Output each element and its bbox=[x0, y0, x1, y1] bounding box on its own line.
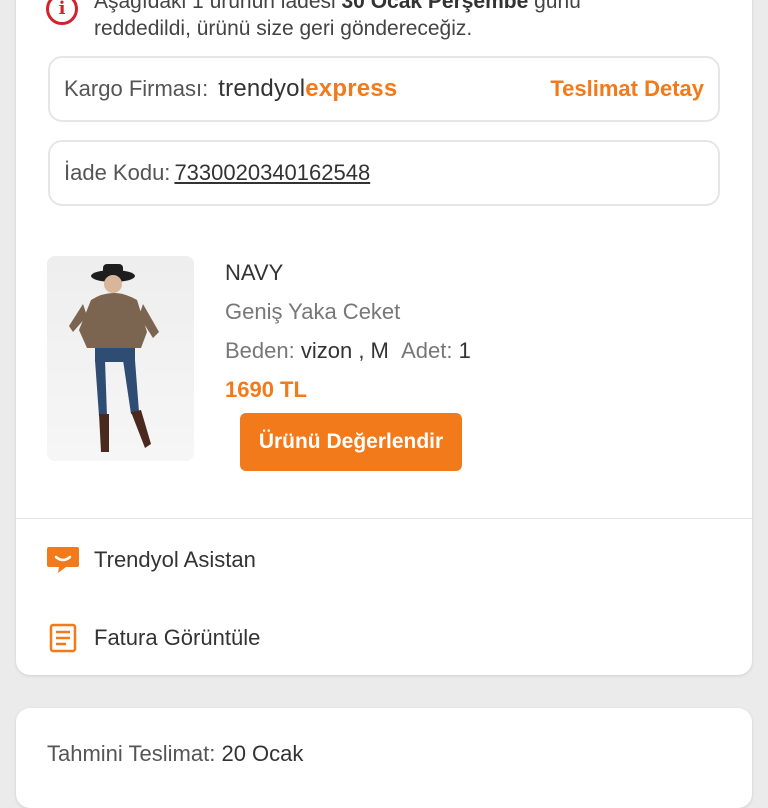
info-icon: i bbox=[46, 0, 78, 25]
assistant-label: Trendyol Asistan bbox=[94, 547, 256, 572]
trendyol-express-logo: trendyolexpress bbox=[218, 75, 398, 102]
estimated-delivery: Tahmini Teslimat: 20 Ocak bbox=[47, 741, 304, 766]
order-card: i Aşağıdaki 1 ürünün iadesi 30 Ocak Perş… bbox=[16, 0, 752, 675]
chat-icon bbox=[47, 547, 79, 573]
product-info: NAVY Geniş Yaka Ceket Beden: vizon , M A… bbox=[225, 258, 471, 414]
cargo-label: Kargo Firması: bbox=[64, 76, 209, 101]
product-name[interactable]: Geniş Yaka Ceket bbox=[225, 297, 471, 336]
return-code-label: İade Kodu: bbox=[64, 160, 171, 185]
return-code-value[interactable]: 7330020340162548 bbox=[174, 160, 370, 186]
return-rejected-notice: i Aşağıdaki 1 ürünün iadesi 30 Ocak Perş… bbox=[46, 0, 746, 40]
invoice-icon bbox=[49, 623, 77, 653]
view-invoice-button[interactable]: Fatura Görüntüle bbox=[46, 618, 726, 658]
invoice-label: Fatura Görüntüle bbox=[94, 625, 261, 650]
cargo-company-box: Kargo Firması: trendyolexpress Teslimat … bbox=[48, 56, 720, 122]
notice-text: Aşağıdaki 1 ürünün iadesi 30 Ocak Perşem… bbox=[94, 0, 581, 40]
product-price: 1690 TL bbox=[225, 377, 307, 402]
delivery-card: Tahmini Teslimat: 20 Ocak bbox=[16, 708, 752, 808]
rate-product-button[interactable]: Ürünü Değerlendir bbox=[240, 413, 462, 471]
product-image[interactable] bbox=[47, 256, 194, 461]
trendyol-assistant-button[interactable]: Trendyol Asistan bbox=[46, 540, 726, 580]
product-brand: NAVY bbox=[225, 260, 284, 285]
delivery-detail-link[interactable]: Teslimat Detay bbox=[550, 76, 704, 102]
return-code-box: İade Kodu: 7330020340162548 bbox=[48, 140, 720, 206]
product-variant: Beden: vizon , M Adet: 1 bbox=[225, 338, 471, 363]
divider bbox=[16, 518, 752, 519]
